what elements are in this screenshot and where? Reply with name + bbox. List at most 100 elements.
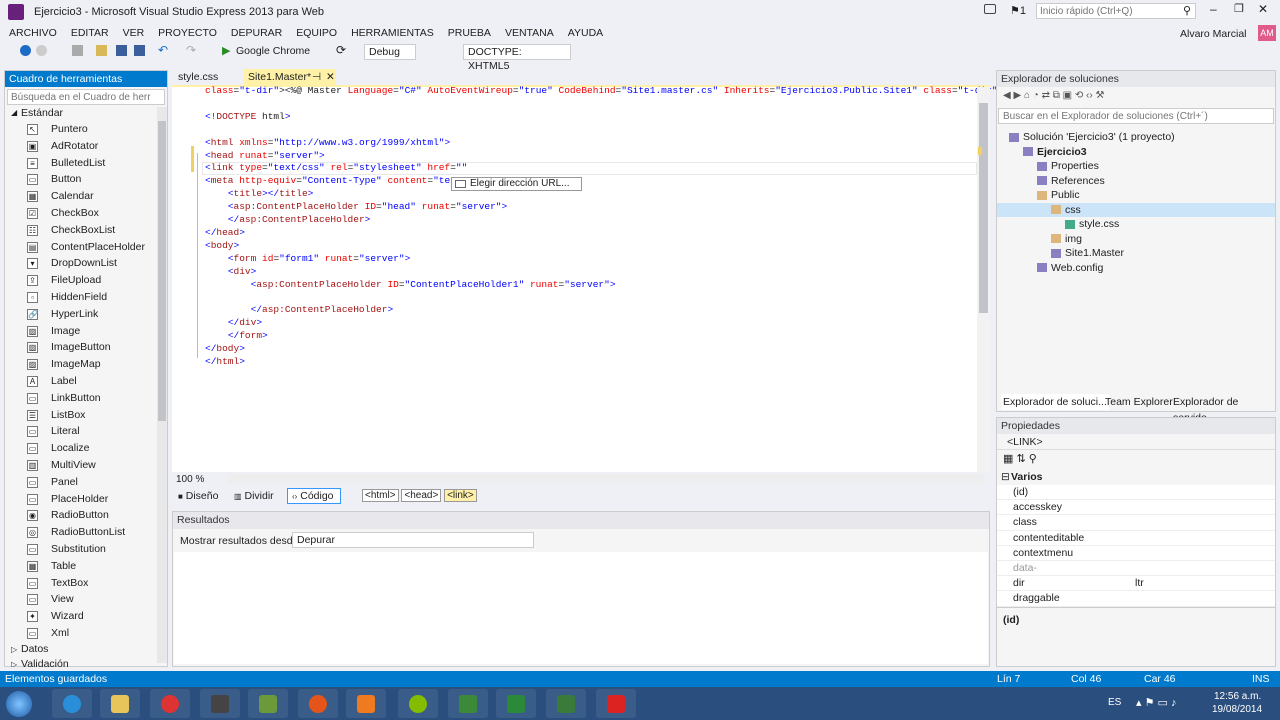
ie-icon[interactable] bbox=[52, 689, 92, 718]
solution-item[interactable]: Solución 'Ejercicio3' (1 proyecto) bbox=[997, 130, 1275, 145]
chrome-icon[interactable] bbox=[150, 689, 190, 718]
editor-vscrollbar[interactable] bbox=[977, 87, 990, 472]
tab-site1-master[interactable]: Site1.Master* ⊣ ✕ bbox=[244, 69, 336, 85]
solution-item[interactable]: Ejercicio3 bbox=[997, 145, 1275, 160]
open-icon[interactable] bbox=[96, 45, 107, 56]
toolbox-item-hyperlink[interactable]: 🔗 HyperLink bbox=[5, 306, 167, 323]
property-row[interactable]: dir ltr bbox=[997, 576, 1275, 592]
close-tab-icon[interactable]: ✕ bbox=[326, 69, 335, 85]
toolbox-item-wizard[interactable]: ✦ Wizard bbox=[5, 608, 167, 625]
app-icon[interactable] bbox=[248, 689, 288, 718]
toolbox-section-standard[interactable]: ◢ Estándar bbox=[5, 105, 167, 121]
property-row[interactable]: data- bbox=[997, 561, 1275, 577]
toolbox-item-placeholder[interactable]: ▭ PlaceHolder bbox=[5, 491, 167, 508]
tab-team-explorer[interactable]: Team Explorer bbox=[1105, 394, 1173, 410]
code-editor[interactable]: class="t-dir"><%@ Master Language="C#" A… bbox=[172, 85, 1015, 472]
toolbox-item-checkboxlist[interactable]: ☷ CheckBoxList bbox=[5, 222, 167, 239]
output-source-select[interactable]: Depurar bbox=[292, 532, 534, 548]
browser-select[interactable]: Google Chrome bbox=[236, 45, 310, 57]
solution-item[interactable]: Web.config bbox=[997, 261, 1275, 276]
solution-search-input[interactable] bbox=[998, 108, 1274, 124]
doctype-select[interactable]: DOCTYPE: XHTML5 bbox=[463, 44, 571, 72]
forward-icon[interactable] bbox=[36, 45, 47, 56]
toolbox-item-imagebutton[interactable]: ▨ ImageButton bbox=[5, 339, 167, 356]
run-icon[interactable]: ▶ bbox=[222, 44, 230, 57]
toolbox-item-view[interactable]: ▭ View bbox=[5, 591, 167, 608]
toolbox-item-bulletedlist[interactable]: ≡ BulletedList bbox=[5, 155, 167, 172]
tray-icons[interactable]: ▴ ⚑ ▭ ♪ bbox=[1136, 696, 1176, 709]
code-line[interactable]: <asp:ContentPlaceHolder ID="ContentPlace… bbox=[205, 279, 1015, 292]
user-name[interactable]: Alvaro Marcial bbox=[1180, 28, 1247, 40]
toolbox-item-panel[interactable]: ▭ Panel bbox=[5, 474, 167, 491]
breadcrumb-html[interactable]: <html> bbox=[362, 489, 399, 502]
toolbox-item-listbox[interactable]: ☰ ListBox bbox=[5, 407, 167, 424]
code-line[interactable] bbox=[205, 98, 1015, 111]
save-icon[interactable] bbox=[116, 45, 127, 56]
toolbox-item-adrotator[interactable]: ▣ AdRotator bbox=[5, 138, 167, 155]
properties-object-select[interactable]: <LINK> bbox=[997, 434, 1275, 450]
minimize-button[interactable]: – bbox=[1210, 2, 1217, 16]
menu-ayuda[interactable]: AYUDA bbox=[568, 27, 603, 39]
solution-item[interactable]: img bbox=[997, 232, 1275, 247]
code-line[interactable]: <body> bbox=[205, 240, 1015, 253]
zoom-select[interactable]: 100 % bbox=[174, 474, 222, 486]
toolbox-section-validation[interactable]: ▷ Validación bbox=[5, 657, 167, 667]
toolbox-item-textbox[interactable]: ▭ TextBox bbox=[5, 575, 167, 592]
property-row[interactable]: draggable bbox=[997, 591, 1275, 607]
toolbox-item-calendar[interactable]: ▦ Calendar bbox=[5, 188, 167, 205]
camtasia-icon[interactable] bbox=[448, 689, 488, 718]
clock-date[interactable]: 19/08/2014 bbox=[1212, 704, 1262, 715]
toolbox-section-data[interactable]: ▷ Datos bbox=[5, 642, 167, 657]
clock-time[interactable]: 12:56 a.m. bbox=[1214, 691, 1261, 702]
code-line[interactable]: </body> bbox=[205, 343, 1015, 356]
sublime-icon[interactable] bbox=[200, 689, 240, 718]
code-line[interactable]: <div> bbox=[205, 266, 1015, 279]
tab-solution-explorer[interactable]: Explorador de soluci... bbox=[1001, 394, 1109, 410]
property-row[interactable]: contextmenu bbox=[997, 546, 1275, 561]
save-all-icon[interactable] bbox=[134, 45, 145, 56]
breadcrumb-head[interactable]: <head> bbox=[401, 489, 442, 502]
toolbox-item-multiview[interactable]: ▥ MultiView bbox=[5, 457, 167, 474]
toolbox-item-radiobuttonlist[interactable]: ◎ RadioButtonList bbox=[5, 524, 167, 541]
pin-icon[interactable]: ⊣ bbox=[312, 69, 321, 85]
new-project-icon[interactable] bbox=[72, 45, 83, 56]
language-indicator[interactable]: ES bbox=[1108, 697, 1121, 708]
solution-item[interactable]: Public bbox=[997, 188, 1275, 203]
toolbox-item-fileupload[interactable]: ⇪ FileUpload bbox=[5, 272, 167, 289]
code-line[interactable]: </asp:ContentPlaceHolder> bbox=[205, 304, 1015, 317]
code-line[interactable]: <meta http-equiv="Content-Type" content=… bbox=[205, 175, 1015, 188]
toolbox-item-literal[interactable]: ▭ Literal bbox=[5, 423, 167, 440]
menu-ver[interactable]: VER bbox=[123, 27, 145, 39]
toolbox-item-hiddenfield[interactable]: ▫ HiddenField bbox=[5, 289, 167, 306]
toolbox-scrollbar[interactable] bbox=[157, 107, 167, 663]
feedback-flag-icon[interactable]: ⚑1 bbox=[1010, 4, 1026, 17]
maximize-button[interactable]: ❐ bbox=[1234, 2, 1244, 15]
code-line[interactable]: <asp:ContentPlaceHolder ID="head" runat=… bbox=[205, 201, 1015, 214]
toolbox-item-imagemap[interactable]: ▨ ImageMap bbox=[5, 356, 167, 373]
solution-item[interactable]: Properties bbox=[997, 159, 1275, 174]
property-row[interactable]: contenteditable bbox=[997, 531, 1275, 546]
code-line[interactable]: <link type="text/css" rel="stylesheet" h… bbox=[205, 162, 1015, 175]
menu-editar[interactable]: EDITAR bbox=[71, 27, 109, 39]
toolbox-item-localize[interactable]: ▭ Localize bbox=[5, 440, 167, 457]
solution-item[interactable]: css bbox=[997, 202, 1275, 217]
explorer-icon[interactable] bbox=[100, 689, 140, 718]
start-button[interactable] bbox=[6, 691, 32, 717]
menu-archivo[interactable]: ARCHIVO bbox=[9, 27, 57, 39]
code-line[interactable]: </html> bbox=[205, 356, 1015, 369]
acrobat-icon[interactable] bbox=[596, 689, 636, 718]
code-line[interactable]: class="t-dir"><%@ Master Language="C#" A… bbox=[205, 85, 1015, 98]
property-row[interactable]: (id) bbox=[997, 485, 1275, 501]
tab-style-css[interactable]: style.css bbox=[172, 69, 242, 85]
properties-category[interactable]: ⊟ Varios bbox=[997, 470, 1275, 485]
player-icon[interactable] bbox=[346, 689, 386, 718]
undo-icon[interactable]: ↶ bbox=[158, 43, 168, 57]
code-line[interactable]: </asp:ContentPlaceHolder> bbox=[205, 214, 1015, 227]
spotify-icon[interactable] bbox=[398, 689, 438, 718]
media-icon[interactable] bbox=[298, 689, 338, 718]
code-lines[interactable]: class="t-dir"><%@ Master Language="C#" A… bbox=[205, 85, 1015, 369]
toolbox-item-button[interactable]: ▭ Button bbox=[5, 171, 167, 188]
toolbox-item-contentplaceholder[interactable]: ▤ ContentPlaceHolder bbox=[5, 239, 167, 256]
notification-icon[interactable] bbox=[984, 4, 996, 14]
code-line[interactable]: <head runat="server"> bbox=[205, 150, 1015, 163]
